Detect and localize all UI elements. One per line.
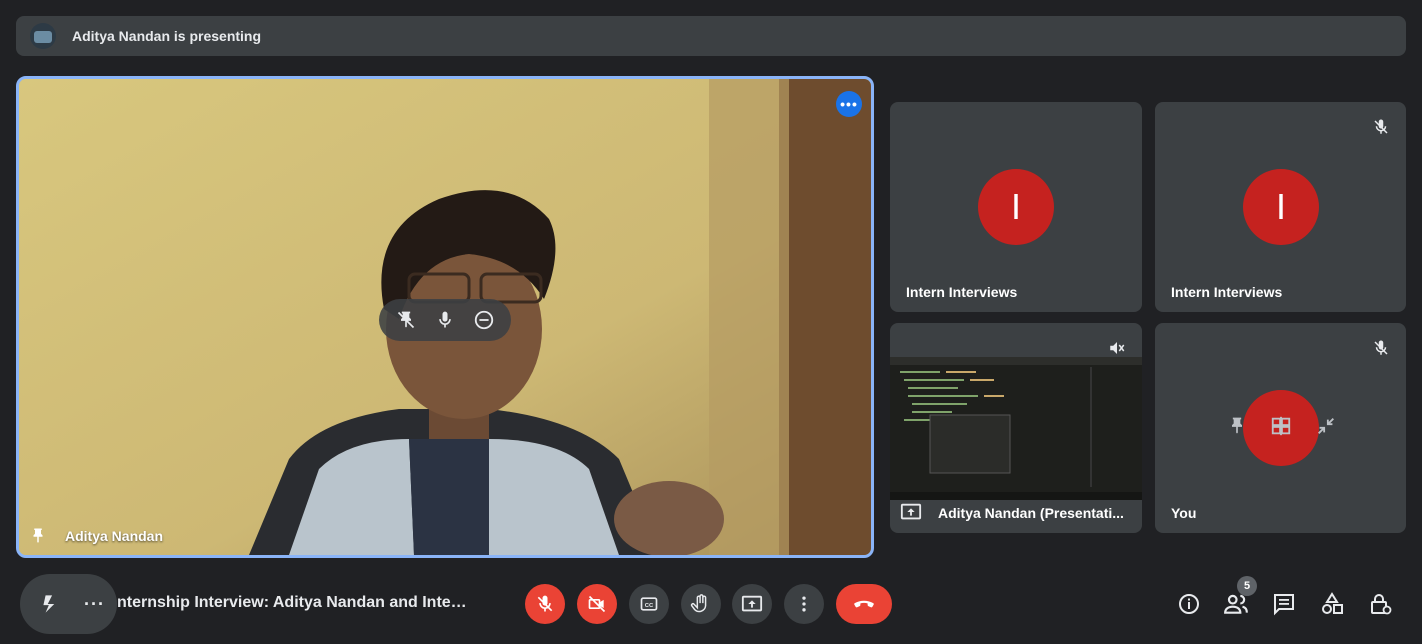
- meeting-title: nternship Interview: Aditya Nandan and I…: [117, 594, 467, 611]
- captions-button[interactable]: CC: [629, 584, 669, 624]
- presenting-banner: Aditya Nandan is presenting: [16, 16, 1406, 56]
- more-icon[interactable]: ···: [84, 594, 105, 615]
- meeting-details-button[interactable]: [1175, 590, 1203, 618]
- host-controls-button[interactable]: [1366, 590, 1394, 618]
- people-count-badge: 5: [1237, 576, 1257, 596]
- shared-screen-preview: [890, 357, 1142, 500]
- present-icon: [900, 501, 922, 523]
- main-video-tile[interactable]: ••• Aditya Nandan: [16, 76, 874, 558]
- chat-icon: [1274, 594, 1294, 616]
- end-call-icon: [854, 600, 874, 608]
- remove-icon: [474, 310, 493, 330]
- presentation-tile[interactable]: Aditya Nandan (Presentati...: [890, 323, 1142, 533]
- tile-layout-icon[interactable]: [1270, 415, 1292, 442]
- more-vert-icon: [802, 596, 806, 612]
- hand-icon: [690, 594, 707, 613]
- mic-off-icon: [537, 595, 553, 612]
- mic-off-icon: [1370, 116, 1392, 138]
- remove-from-view-button[interactable]: [470, 306, 498, 334]
- activities-button[interactable]: [1318, 590, 1346, 618]
- mic-toggle-button[interactable]: [525, 584, 565, 624]
- avatar: I: [978, 169, 1054, 245]
- mute-participant-button[interactable]: [431, 306, 459, 334]
- present-icon: [741, 595, 763, 612]
- pin-icon[interactable]: [1227, 416, 1247, 441]
- avatar: I: [1243, 169, 1319, 245]
- participant-tile[interactable]: I Intern Interviews: [1155, 102, 1406, 312]
- mic-off-icon: [1370, 337, 1392, 359]
- pin-icon: [27, 525, 49, 547]
- unpin-icon: [398, 311, 415, 329]
- present-now-button[interactable]: [732, 584, 772, 624]
- participant-tile[interactable]: I Intern Interviews: [890, 102, 1142, 312]
- meet-chip[interactable]: ···: [20, 574, 117, 634]
- tile-more-options-button[interactable]: •••: [836, 91, 862, 117]
- companion-icon: [43, 595, 55, 613]
- volume-off-icon: [1106, 337, 1128, 359]
- camera-toggle-button[interactable]: [577, 584, 617, 624]
- chat-button[interactable]: [1270, 590, 1298, 618]
- host-controls-icon: [1371, 594, 1392, 615]
- main-tile-label: Aditya Nandan: [65, 528, 164, 544]
- self-tile-controls: [1227, 413, 1337, 443]
- presenter-avatar: [30, 23, 56, 49]
- more-options-button[interactable]: [784, 584, 824, 624]
- leave-call-button[interactable]: [836, 584, 892, 624]
- participant-name: You: [1171, 505, 1197, 521]
- participant-name: Intern Interviews: [906, 284, 1018, 300]
- tile-hover-controls: [379, 299, 511, 341]
- participant-name: Intern Interviews: [1171, 284, 1283, 300]
- mic-icon: [439, 311, 451, 328]
- captions-icon: CC: [640, 597, 658, 611]
- main-tile-name: Aditya Nandan: [27, 525, 163, 547]
- bottom-toolbar: ··· nternship Interview: Aditya Nandan a…: [0, 570, 1422, 644]
- unpin-button[interactable]: [392, 306, 420, 334]
- shrink-icon[interactable]: [1315, 415, 1337, 442]
- camera-off-icon: [588, 595, 606, 613]
- self-tile[interactable]: You: [1155, 323, 1406, 533]
- raise-hand-button[interactable]: [681, 584, 721, 624]
- svg-text:CC: CC: [645, 603, 654, 609]
- participant-name: Aditya Nandan (Presentati...: [938, 505, 1124, 521]
- info-icon: [1179, 594, 1199, 614]
- activities-icon: [1322, 592, 1343, 614]
- presenting-text: Aditya Nandan is presenting: [72, 28, 262, 44]
